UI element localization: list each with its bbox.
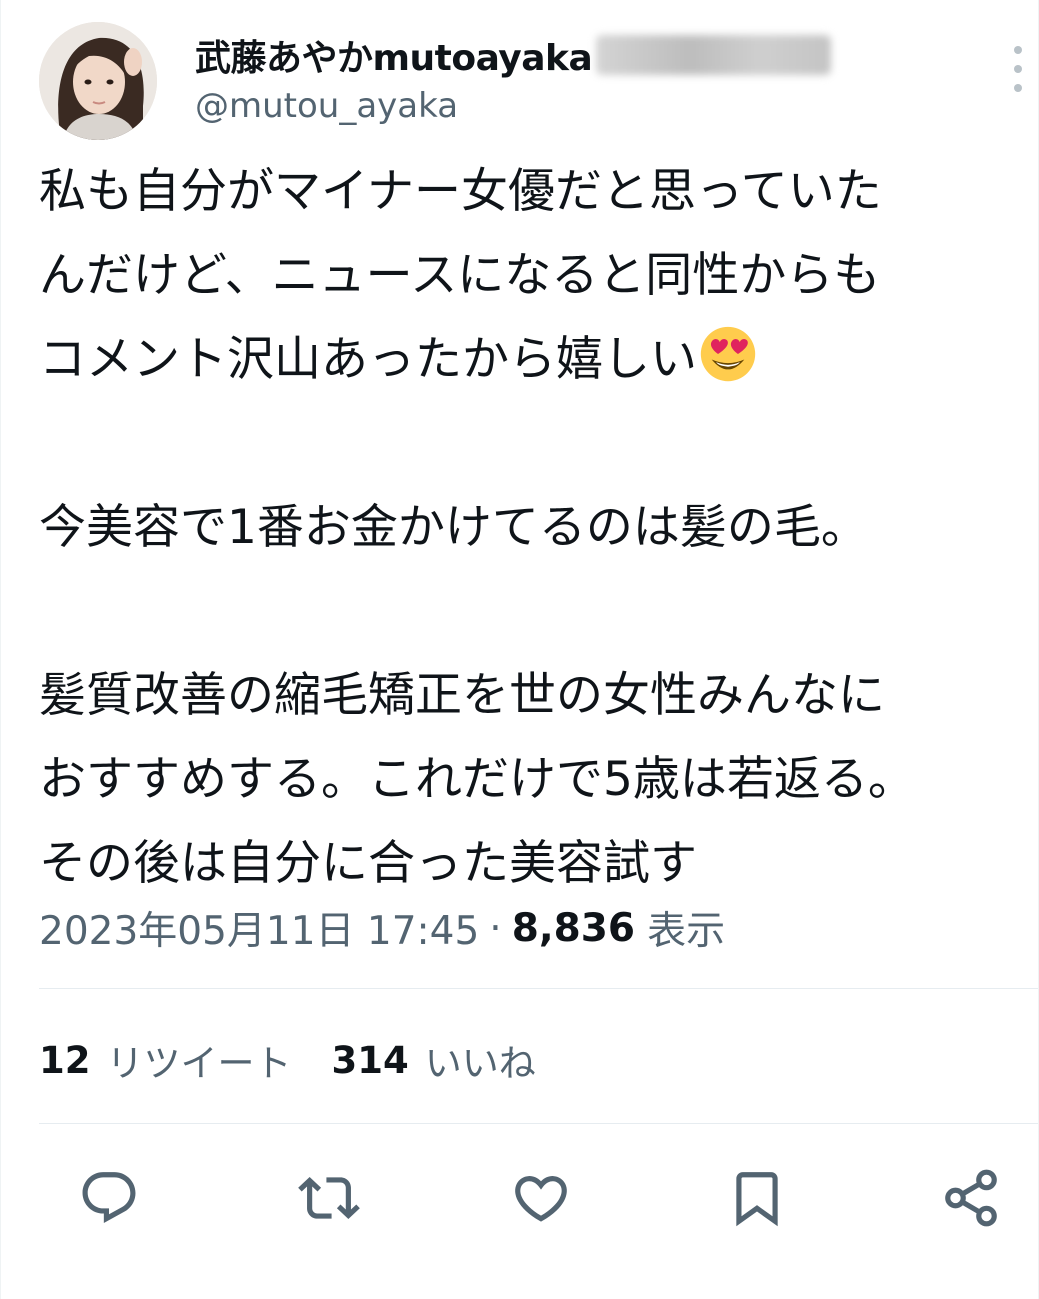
tweet-line: 髪質改善の縮毛矯正を世の女性みんなに <box>39 668 885 723</box>
views-count: 8,836 <box>511 905 636 951</box>
more-dot-icon <box>1014 65 1022 73</box>
reply-icon <box>82 1172 136 1224</box>
bookmark-button[interactable] <box>717 1158 797 1238</box>
likes-count[interactable]: 314 <box>332 1039 409 1082</box>
display-name[interactable]: 武藤あやかmutoayaka <box>195 29 593 81</box>
avatar-image <box>39 22 157 140</box>
retweet-button[interactable] <box>289 1158 369 1238</box>
tweet-stats: 12 リツイート 314 いいね <box>39 1030 576 1090</box>
likes-label[interactable]: いいね <box>425 1033 536 1087</box>
retweets-count[interactable]: 12 <box>39 1039 91 1082</box>
more-dot-icon <box>1014 46 1022 54</box>
like-icon <box>515 1176 567 1222</box>
tweet-line: その後は自分に合った美容試す <box>39 836 697 891</box>
like-button[interactable] <box>501 1158 581 1238</box>
tweet-line-text: コメント沢山あったから嬉しい <box>39 332 697 387</box>
reply-button[interactable] <box>69 1158 149 1238</box>
tweet-line: 今美容で1番お金かけてるのは髪の毛。 <box>39 500 868 555</box>
heart-eyes-emoji-icon <box>700 326 756 382</box>
tweet-text: 私も自分がマイナー女優だと思っていた んだけど、ニュースになると同性からも コメ… <box>39 150 1024 906</box>
tweet-line: おすすめする。これだけで5歳は若返る。 <box>39 752 915 807</box>
views-label: 表示 <box>647 909 726 954</box>
tweet-meta: 2023年05月11日 17:45 · 8,836 表示 <box>39 898 725 958</box>
tweet-card: 武藤あやかmutoayaka @mutou_ayaka 私も自分がマイナー女優だ… <box>0 0 1039 1299</box>
user-handle[interactable]: @mutou_ayaka <box>195 86 458 126</box>
tweet-line: コメント沢山あったから嬉しい <box>39 318 1024 402</box>
divider <box>39 988 1038 989</box>
retweet-icon <box>298 1177 360 1219</box>
redacted-name-blur <box>596 35 832 75</box>
share-button[interactable] <box>931 1158 1011 1238</box>
share-icon <box>945 1169 997 1227</box>
more-dot-icon <box>1014 84 1022 92</box>
tweet-line: 私も自分がマイナー女優だと思っていた <box>39 164 882 219</box>
divider <box>39 1123 1038 1124</box>
avatar[interactable] <box>39 22 157 140</box>
tweet-timestamp[interactable]: 2023年05月11日 17:45 <box>39 900 479 956</box>
tweet-line: んだけど、ニュースになると同性からも <box>39 248 881 303</box>
bookmark-icon <box>736 1172 778 1227</box>
display-name-row[interactable]: 武藤あやかmutoayaka <box>195 29 832 81</box>
action-bar <box>1 1158 1039 1238</box>
more-options-button[interactable] <box>1008 46 1028 92</box>
meta-separator: · <box>489 905 502 951</box>
retweets-label[interactable]: リツイート <box>107 1033 292 1087</box>
